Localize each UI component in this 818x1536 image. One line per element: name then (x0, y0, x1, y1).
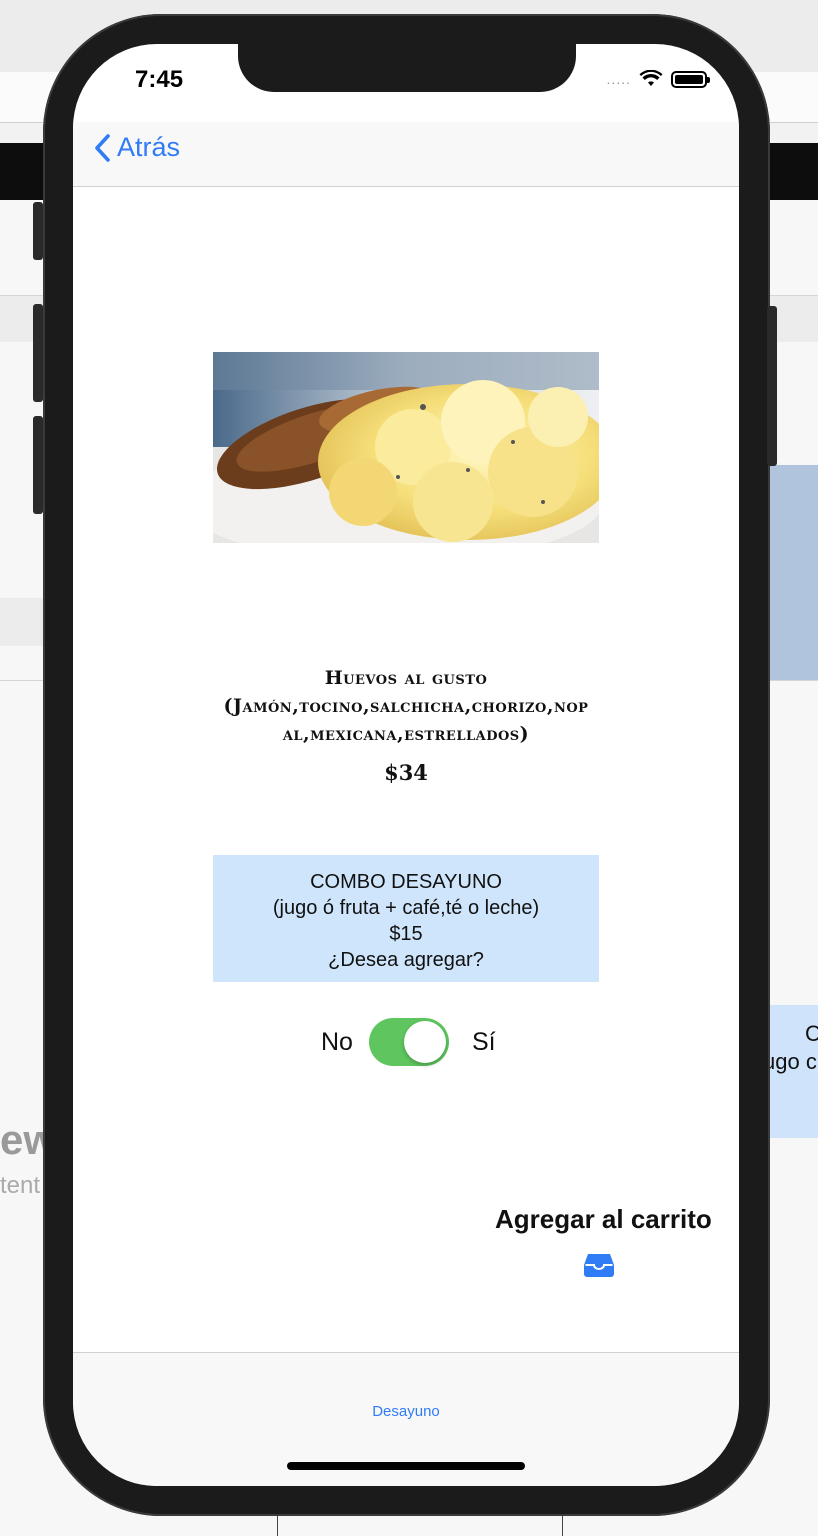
status-time: 7:45 (135, 66, 184, 93)
back-label: Atrás (117, 132, 181, 162)
navigation-bar: Atrás (73, 122, 739, 187)
product-title-line: al,mexicana,estrellados) (282, 723, 530, 745)
tray-icon[interactable] (583, 1252, 615, 1278)
device-screen: 7:45 ..... Atrás Huevos al gusto (Jamón,… (73, 44, 739, 1486)
switch-knob (404, 1021, 446, 1063)
product-photo (213, 352, 599, 543)
chevron-left-icon (95, 133, 110, 162)
combo-toggle-row: No Sí (73, 1016, 739, 1068)
volume-down-button (33, 416, 43, 514)
product-title-line: (Jamón,tocino,salchicha,chorizo,nop (223, 695, 589, 717)
product-title-line: Huevos al gusto (324, 667, 488, 689)
notch (238, 44, 576, 92)
signal-icon: ..... (606, 71, 631, 87)
back-button[interactable]: Atrás (93, 132, 180, 163)
product-price: $34 (384, 760, 428, 785)
host-combo-box: C ugo c (765, 1005, 818, 1138)
toggle-label-yes: Sí (472, 1028, 496, 1056)
volume-up-button (33, 304, 43, 402)
combo-description: (jugo ó fruta + café,té o leche) (272, 897, 540, 919)
toggle-label-no: No (321, 1028, 353, 1056)
combo-switch[interactable] (369, 1018, 449, 1066)
power-button (767, 306, 777, 466)
combo-box: COMBO DESAYUNO (jugo ó fruta + café,té o… (213, 855, 599, 982)
status-icons: ..... (606, 70, 710, 88)
home-indicator (287, 1462, 525, 1470)
host-combo-text: ugo c (765, 1049, 817, 1074)
battery-icon (671, 70, 710, 88)
add-to-cart-button[interactable]: Agregar al carrito (495, 1204, 712, 1235)
mute-switch (33, 202, 43, 260)
host-subtext: tent (0, 1172, 41, 1199)
wifi-icon (639, 70, 663, 86)
combo-title: COMBO DESAYUNO (310, 871, 502, 893)
combo-question: ¿Desea agregar? (328, 949, 484, 971)
product-title: Huevos al gusto (Jamón,tocino,salchicha,… (113, 664, 699, 748)
tab-desayuno[interactable]: Desayuno (73, 1403, 739, 1420)
combo-price: $15 (389, 923, 423, 945)
host-combo-text: C (805, 1021, 818, 1046)
host-blue-panel (765, 465, 818, 680)
